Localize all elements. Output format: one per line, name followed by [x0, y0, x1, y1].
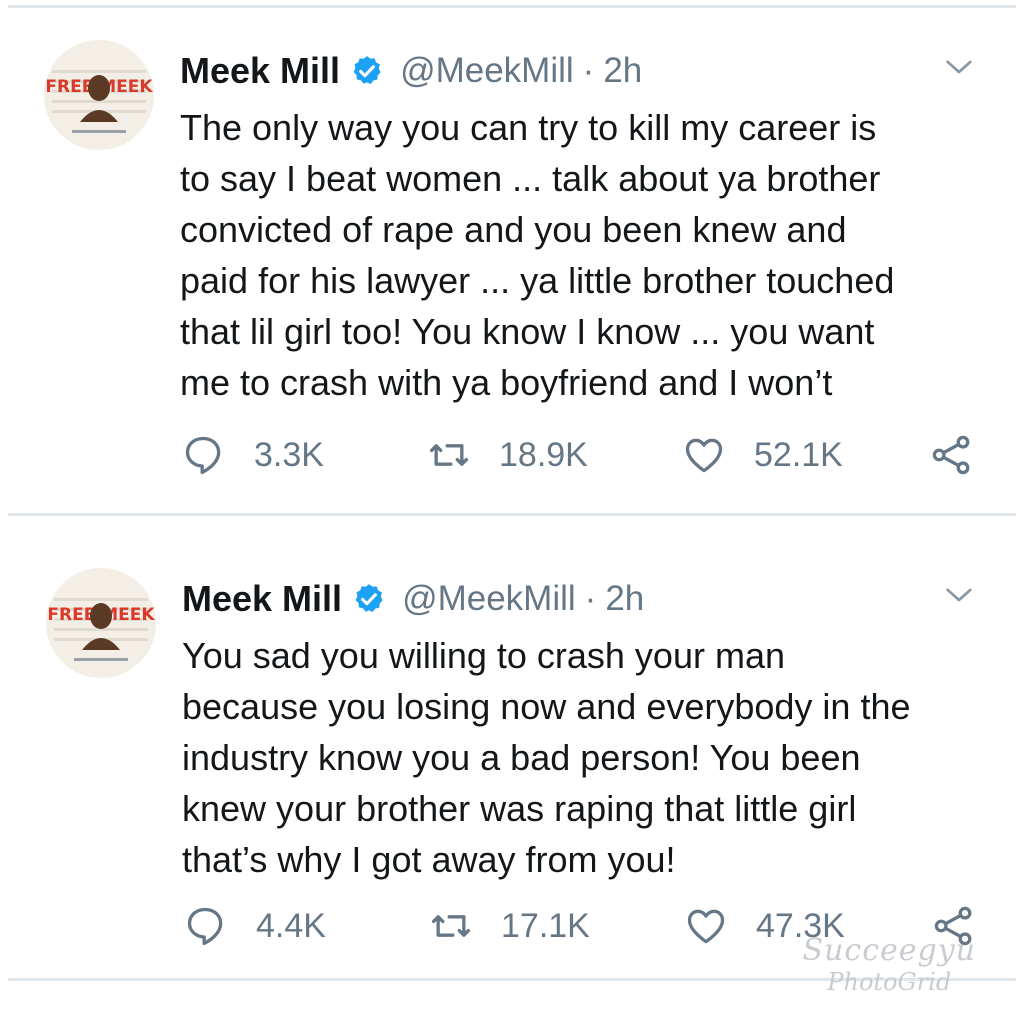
tweet-text: The only way you can try to kill my care…	[180, 107, 895, 403]
retweet-icon	[431, 915, 471, 937]
timestamp[interactable]: 2h	[603, 51, 642, 91]
like-count: 52.1K	[754, 435, 843, 474]
watermark-line1: Succeegyu	[802, 933, 976, 968]
separator-dot: ·	[582, 51, 595, 90]
separator-dot: ·	[584, 579, 597, 618]
speech-bubble-icon	[185, 436, 221, 475]
avatar[interactable]: FREE MEEK	[46, 568, 156, 678]
heart-icon	[685, 438, 723, 473]
watermark-line2: PhotoGrid	[827, 968, 952, 996]
avatar[interactable]: FREE MEEK	[44, 40, 154, 150]
timestamp[interactable]: 2h	[605, 579, 644, 619]
author-handle[interactable]: @MeekMill	[402, 579, 576, 619]
verified-badge-icon	[355, 584, 383, 613]
retweet-button[interactable]: 18.9K	[427, 429, 588, 481]
like-button[interactable]: 52.1K	[682, 429, 843, 481]
tweet-card[interactable]: FREE MEEK Meek Mill @MeekMill · 2h The o…	[0, 8, 1024, 478]
retweet-icon	[429, 444, 469, 466]
author-name[interactable]: Meek Mill	[182, 578, 342, 620]
reply-button[interactable]: 3.3K	[182, 429, 324, 481]
speech-bubble-icon	[187, 907, 223, 946]
reply-count: 4.4K	[256, 906, 326, 945]
retweet-button[interactable]: 17.1K	[429, 900, 590, 952]
chevron-down-icon[interactable]	[944, 52, 974, 82]
reply-count: 3.3K	[254, 435, 324, 474]
watermark: Succeegyu PhotoGrid	[802, 933, 976, 996]
tweet-header: Meek Mill @MeekMill · 2h	[182, 574, 644, 624]
verified-badge-icon	[353, 56, 381, 85]
author-name[interactable]: Meek Mill	[180, 50, 340, 92]
chevron-down-icon[interactable]	[944, 580, 974, 610]
author-handle[interactable]: @MeekMill	[400, 51, 574, 91]
heart-icon	[687, 909, 725, 944]
tweet-divider	[8, 513, 1016, 516]
share-icon[interactable]	[930, 433, 974, 477]
retweet-count: 17.1K	[501, 906, 590, 945]
reply-button[interactable]: 4.4K	[184, 900, 326, 952]
tweet-text: You sad you willing to crash your man be…	[182, 635, 911, 880]
retweet-count: 18.9K	[499, 435, 588, 474]
tweet-header: Meek Mill @MeekMill · 2h	[180, 46, 642, 96]
